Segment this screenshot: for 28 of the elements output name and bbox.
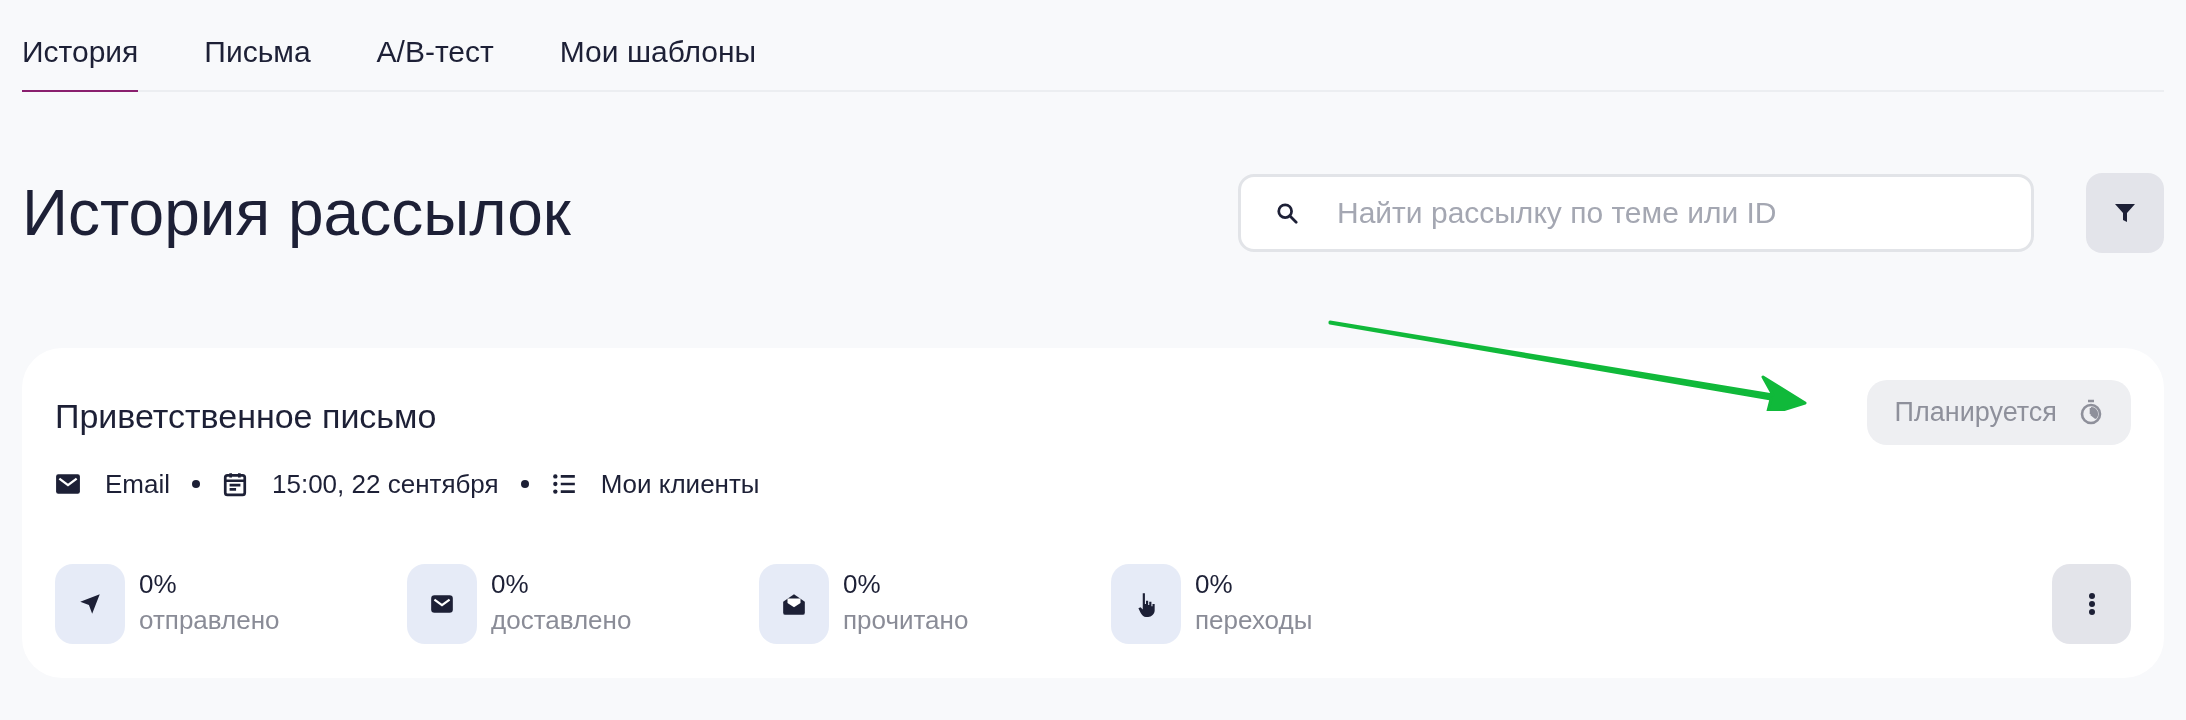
meta-text: Email	[105, 467, 170, 501]
stat-value: 0%	[1195, 568, 1234, 602]
list-icon	[550, 471, 577, 497]
stat-label: доставлено	[491, 604, 632, 638]
mail-icon	[55, 471, 81, 497]
stat-label: переходы	[1195, 604, 1313, 638]
status-badge: Планируется	[1866, 380, 2131, 445]
campaign-title: Приветственное письмо	[55, 396, 437, 437]
stopwatch-icon	[2079, 399, 2103, 426]
stat-value: 0%	[843, 568, 882, 602]
tab[interactable]: A/B-тест	[376, 34, 494, 92]
meta-text: 15:00, 22 сентября	[272, 467, 499, 501]
filter-button[interactable]	[2086, 173, 2164, 253]
bullet-icon	[520, 480, 529, 488]
more-icon	[2087, 591, 2096, 616]
tab[interactable]: Мои шаблоны	[559, 34, 757, 92]
search-field[interactable]: Найти рассылку по теме или ID	[1238, 174, 2034, 252]
meta-text: Мои клиенты	[600, 467, 760, 501]
stat-value: 0%	[491, 568, 530, 602]
calendar-icon	[222, 471, 248, 497]
filter-icon	[2113, 201, 2137, 225]
stat-value: 0%	[139, 568, 178, 602]
tab[interactable]: История	[22, 34, 139, 92]
tab[interactable]: Письма	[204, 34, 311, 92]
bullet-icon	[192, 480, 200, 488]
stat-label: отправлено	[139, 604, 280, 638]
stat-label: прочитано	[843, 604, 969, 638]
page-title: История рассылок	[22, 177, 572, 249]
